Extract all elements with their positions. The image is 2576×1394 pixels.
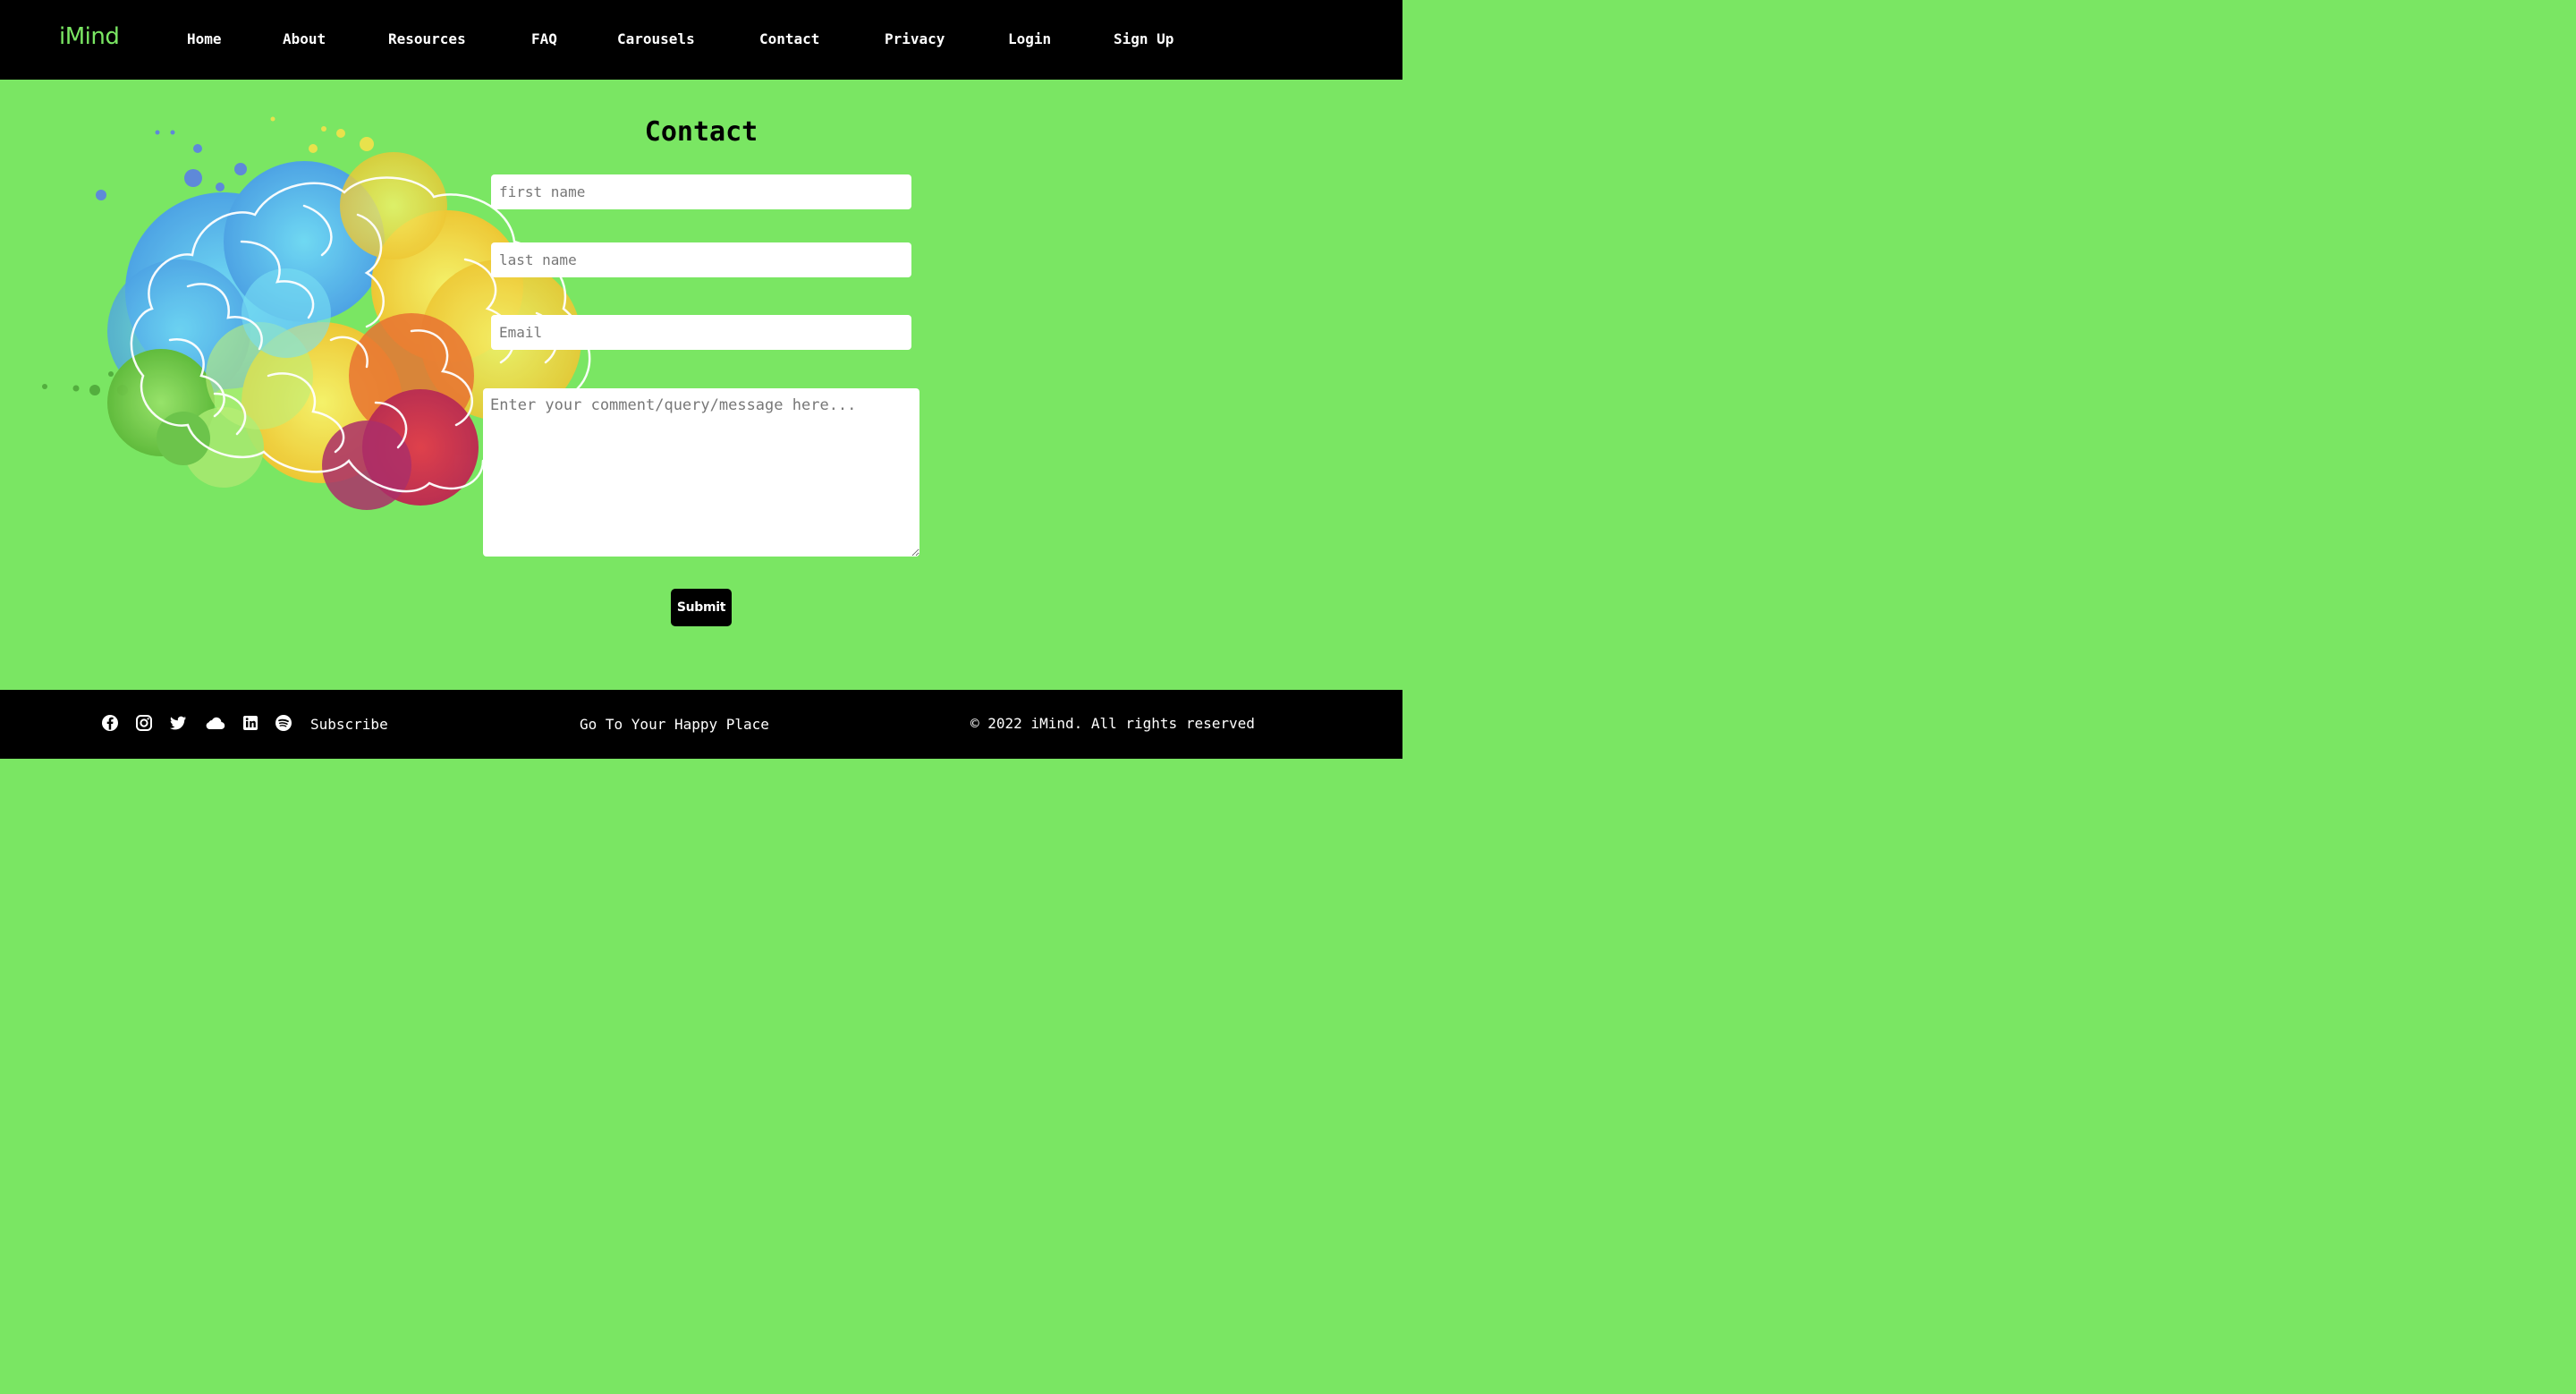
spotify-icon[interactable] — [275, 714, 292, 732]
linkedin-icon[interactable] — [242, 714, 259, 732]
footer: Subscribe Go To Your Happy Place © 2022 … — [0, 690, 1402, 759]
nav-link-carousels[interactable]: Carousels — [617, 30, 695, 49]
footer-tagline: Go To Your Happy Place — [580, 716, 769, 733]
email-input[interactable] — [491, 315, 911, 350]
top-navigation: iMind Home About Resources FAQ Carousels… — [0, 0, 1402, 80]
site-logo[interactable]: iMind — [59, 21, 120, 52]
last-name-input[interactable] — [491, 242, 911, 277]
twitter-icon[interactable] — [169, 714, 187, 732]
nav-link-home[interactable]: Home — [187, 30, 222, 49]
nav-link-privacy[interactable]: Privacy — [885, 30, 945, 49]
nav-link-signup[interactable]: Sign Up — [1114, 30, 1174, 49]
nav-link-resources[interactable]: Resources — [388, 30, 466, 49]
instagram-icon[interactable] — [135, 714, 153, 732]
page-title: Contact — [644, 116, 758, 148]
footer-copyright: © 2022 iMind. All rights reserved — [970, 715, 1255, 732]
nav-link-faq[interactable]: FAQ — [531, 30, 557, 49]
nav-link-contact[interactable]: Contact — [759, 30, 819, 49]
message-textarea[interactable] — [483, 388, 919, 557]
subscribe-link[interactable]: Subscribe — [310, 715, 388, 735]
nav-link-about[interactable]: About — [283, 30, 326, 49]
cloud-icon[interactable] — [204, 714, 225, 732]
first-name-input[interactable] — [491, 174, 911, 209]
facebook-icon[interactable] — [101, 714, 119, 732]
submit-button[interactable]: Submit — [671, 589, 732, 626]
nav-link-login[interactable]: Login — [1008, 30, 1051, 49]
